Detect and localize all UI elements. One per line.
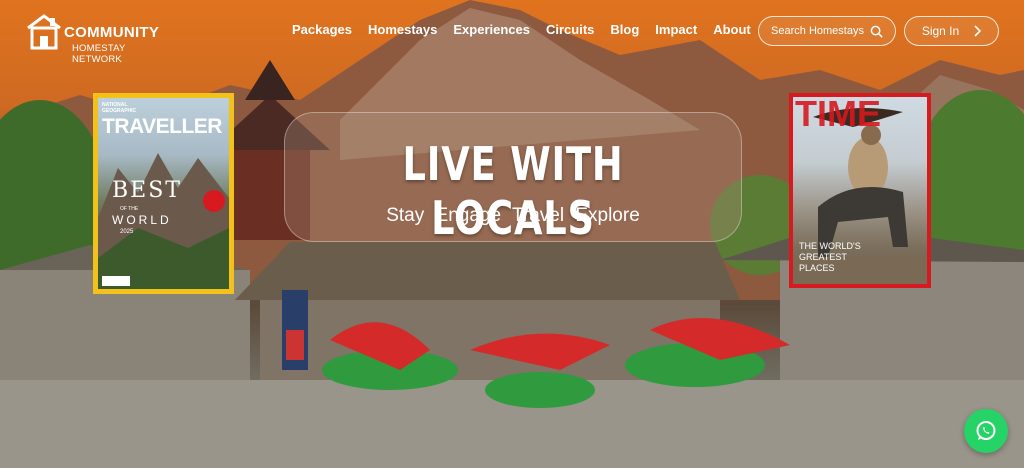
logo-subtitle: HOMESTAY NETWORK	[72, 43, 126, 65]
magazine-brand: NATIONAL GEOGRAPHIC	[102, 102, 137, 114]
time-magazine-cover: TIME THE WORLD'S GREATEST PLACES	[789, 93, 931, 288]
search-button-label: Search Homestays	[771, 25, 864, 37]
nav-packages[interactable]: Packages	[292, 22, 352, 37]
nav-impact[interactable]: Impact	[655, 22, 697, 37]
magazine-time-logo: TIME	[795, 97, 881, 134]
magazine-feature-places: PLACES	[799, 263, 835, 273]
nav-about[interactable]: About	[713, 22, 751, 37]
hero-headline: LIVE WITH LOCALS	[402, 137, 624, 245]
sign-in-button[interactable]: Sign In	[904, 16, 999, 46]
magazine-feature-best: BEST	[112, 178, 182, 203]
nav-homestays[interactable]: Homestays	[368, 22, 437, 37]
hero-tagline: Stay Engage Travel Explore	[386, 205, 640, 226]
house-logo-icon	[27, 14, 61, 50]
hero-section: COMMUNITY HOMESTAY NETWORK Packages Home…	[0, 0, 1024, 468]
magazine-feature-ofthe: OF THE	[120, 206, 139, 212]
chevron-right-icon	[974, 25, 982, 37]
site-logo[interactable]: COMMUNITY HOMESTAY NETWORK	[24, 10, 159, 65]
nav-circuits[interactable]: Circuits	[546, 22, 594, 37]
magazine-feature-greatest: GREATEST	[799, 252, 847, 262]
nav-blog[interactable]: Blog	[610, 22, 639, 37]
magazine-badge	[203, 190, 225, 212]
logo-title: COMMUNITY	[64, 24, 160, 41]
main-nav: Packages Homestays Experiences Circuits …	[292, 22, 767, 37]
search-icon	[870, 25, 883, 38]
whatsapp-icon	[976, 421, 996, 440]
hero-banner: LIVE WITH LOCALS Stay Engage Travel Expl…	[284, 112, 742, 245]
whatsapp-chat-button[interactable]	[964, 409, 1008, 453]
magazine-title: TRAVELLER	[102, 115, 222, 138]
nav-experiences[interactable]: Experiences	[453, 22, 530, 37]
sign-in-label: Sign In	[921, 24, 960, 38]
search-homestays-button[interactable]: Search Homestays	[758, 16, 896, 46]
magazine-feature-world: WORLD	[112, 213, 172, 227]
national-geographic-magazine-cover: NATIONAL GEOGRAPHIC TRAVELLER BEST OF TH…	[93, 93, 234, 294]
magazine-year: 2025	[120, 229, 134, 235]
site-header: COMMUNITY HOMESTAY NETWORK Packages Home…	[0, 0, 1024, 65]
magazine-feature-worlds: THE WORLD'S	[799, 241, 861, 251]
